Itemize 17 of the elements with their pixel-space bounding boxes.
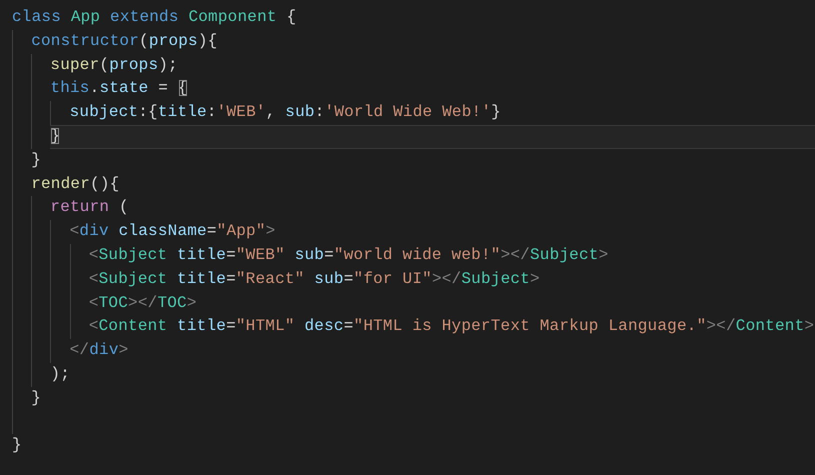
code-line: <TOC></TOC>	[88, 292, 198, 314]
code-line: }	[31, 150, 42, 171]
code-line: }	[31, 388, 42, 409]
code-line: <Content title="HTML" desc="HTML is HyperText Markup Language."></Content>	[88, 316, 815, 338]
code-line: <Subject title="React" sub="for UI"></Subject>	[88, 268, 541, 290]
code-line: }	[12, 410, 815, 458]
code-line: return (	[50, 197, 130, 218]
code-line: );	[50, 364, 72, 385]
code-line: subject:{title:'WEB', sub:'World Wide Web!'}	[70, 102, 502, 124]
code-line: super(props);	[50, 54, 179, 76]
code-line: <div className="App">	[70, 221, 276, 242]
code-line: class App extends Component {	[12, 7, 298, 28]
code-line: render(){	[31, 174, 120, 195]
code-line: <Subject title="WEB" sub="world wide web!"></Subject>	[88, 244, 610, 266]
code-line: </div>	[70, 340, 130, 362]
indent-guide	[50, 101, 52, 125]
code-line: constructor(props){	[31, 30, 218, 52]
